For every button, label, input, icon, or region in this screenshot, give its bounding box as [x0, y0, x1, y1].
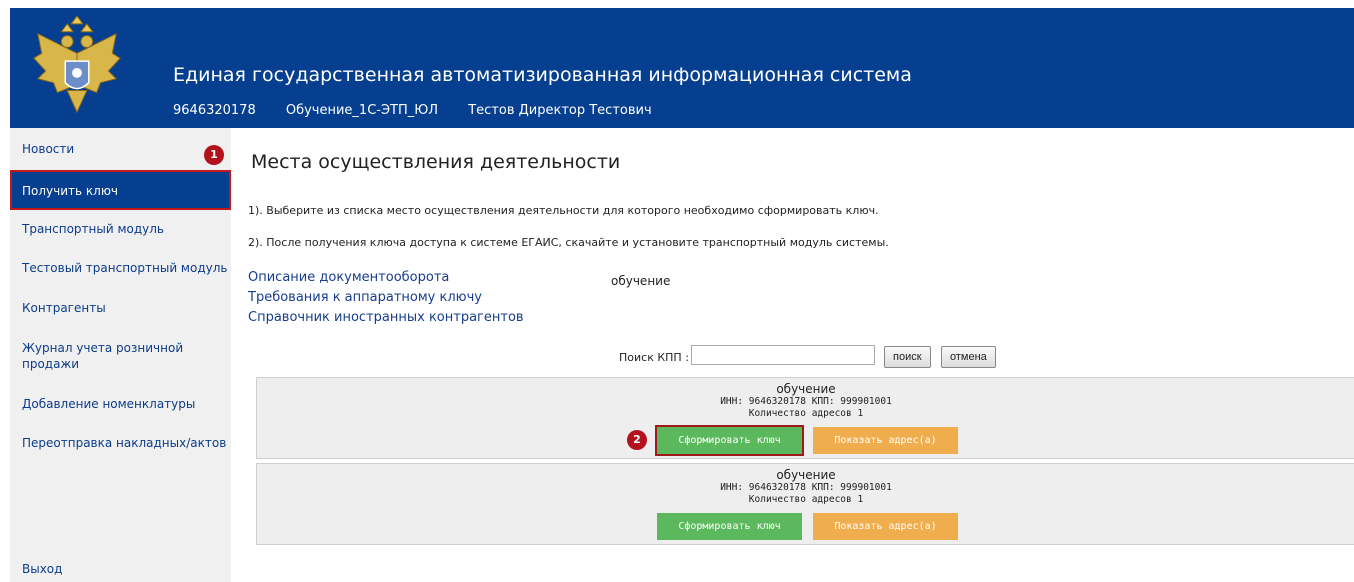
card-org-name: обучение [776, 468, 836, 482]
generate-key-button[interactable]: Сформировать ключ [657, 513, 802, 540]
sidebar-item-retail-journal[interactable]: Журнал учета розничной продажи [10, 340, 231, 376]
card-ids: ИНН: 9646320178 КПП: 999901001 [720, 396, 892, 407]
location-card: обучение ИНН: 9646320178 КПП: 999901001 … [256, 377, 1354, 459]
eagle-emblem-icon [33, 15, 121, 114]
card-address-count: Количество адресов 1 [748, 494, 864, 505]
sidebar-item-add-nomenclature[interactable]: Добавление номенклатуры [10, 397, 231, 419]
sidebar-item-test-transport-module[interactable]: Тестовый транспортный модуль [10, 261, 231, 283]
sidebar-item-label: Переотправка накладных/актов [22, 436, 227, 450]
card-ids: ИНН: 9646320178 КПП: 999901001 [720, 482, 892, 493]
cancel-button[interactable]: отмена [941, 346, 996, 368]
search-label: Поиск КПП : [619, 351, 689, 364]
show-addresses-button[interactable]: Показать адрес(а) [813, 427, 958, 454]
sidebar-item-news[interactable]: Новости [10, 142, 231, 164]
instruction-1: 1). Выберите из списка место осуществлен… [248, 204, 879, 217]
system-title: Единая государственная автоматизированна… [173, 64, 912, 86]
logout-label: Выход [22, 562, 63, 576]
sidebar-item-label: Контрагенты [22, 301, 106, 315]
generate-key-button[interactable]: Сформировать ключ [655, 425, 804, 456]
info-links: Описание документооборота Требования к а… [248, 268, 524, 328]
header-info: 9646320178 Обучение_1С-ЭТП_ЮЛ Тестов Дир… [173, 103, 678, 118]
card-org-name: обучение [776, 382, 836, 396]
header-user: Тестов Директор Тестович [468, 103, 652, 118]
card-address-count: Количество адресов 1 [748, 408, 864, 419]
sidebar-item-label: Журнал учета розничной продажи [22, 341, 184, 371]
search-button[interactable]: поиск [884, 346, 931, 368]
sidebar: Новости 1 Получить ключ Транспортный мод… [10, 128, 231, 582]
sidebar-item-label: Транспортный модуль [22, 222, 165, 236]
sidebar-item-label: Получить ключ [22, 184, 119, 198]
app-header: Единая государственная автоматизированна… [10, 8, 1354, 128]
step-badge-2: 2 [627, 430, 647, 450]
sidebar-item-transport-module[interactable]: Транспортный модуль [10, 222, 231, 244]
org-label: обучение [611, 274, 671, 288]
link-document-flow[interactable]: Описание документооборота [248, 268, 524, 288]
header-org: Обучение_1С-ЭТП_ЮЛ [285, 103, 439, 118]
page-title: Места осуществления деятельности [251, 151, 621, 173]
location-card: обучение ИНН: 9646320178 КПП: 999901001 … [256, 463, 1354, 545]
main-content: Места осуществления деятельности 1). Выб… [231, 128, 1354, 582]
instruction-2: 2). После получения ключа доступа к сист… [248, 236, 889, 249]
sidebar-item-label: Добавление номенклатуры [22, 397, 196, 411]
show-addresses-button[interactable]: Показать адрес(а) [813, 513, 958, 540]
sidebar-item-get-key[interactable]: Получить ключ [10, 170, 231, 210]
sidebar-item-logout[interactable]: Выход [10, 562, 231, 582]
sidebar-item-label: Новости [22, 142, 75, 156]
step-badge-1: 1 [204, 145, 224, 165]
sidebar-item-counterparties[interactable]: Контрагенты [10, 301, 231, 323]
sidebar-item-label: Тестовый транспортный модуль [22, 261, 228, 275]
sidebar-item-resend-invoices[interactable]: Переотправка накладных/актов [10, 436, 231, 458]
link-foreign-counterparties[interactable]: Справочник иностранных контрагентов [248, 308, 524, 328]
header-inn: 9646320178 [173, 103, 256, 118]
kpp-search-input[interactable] [691, 345, 875, 365]
link-hardware-key-requirements[interactable]: Требования к аппаратному ключу [248, 288, 524, 308]
